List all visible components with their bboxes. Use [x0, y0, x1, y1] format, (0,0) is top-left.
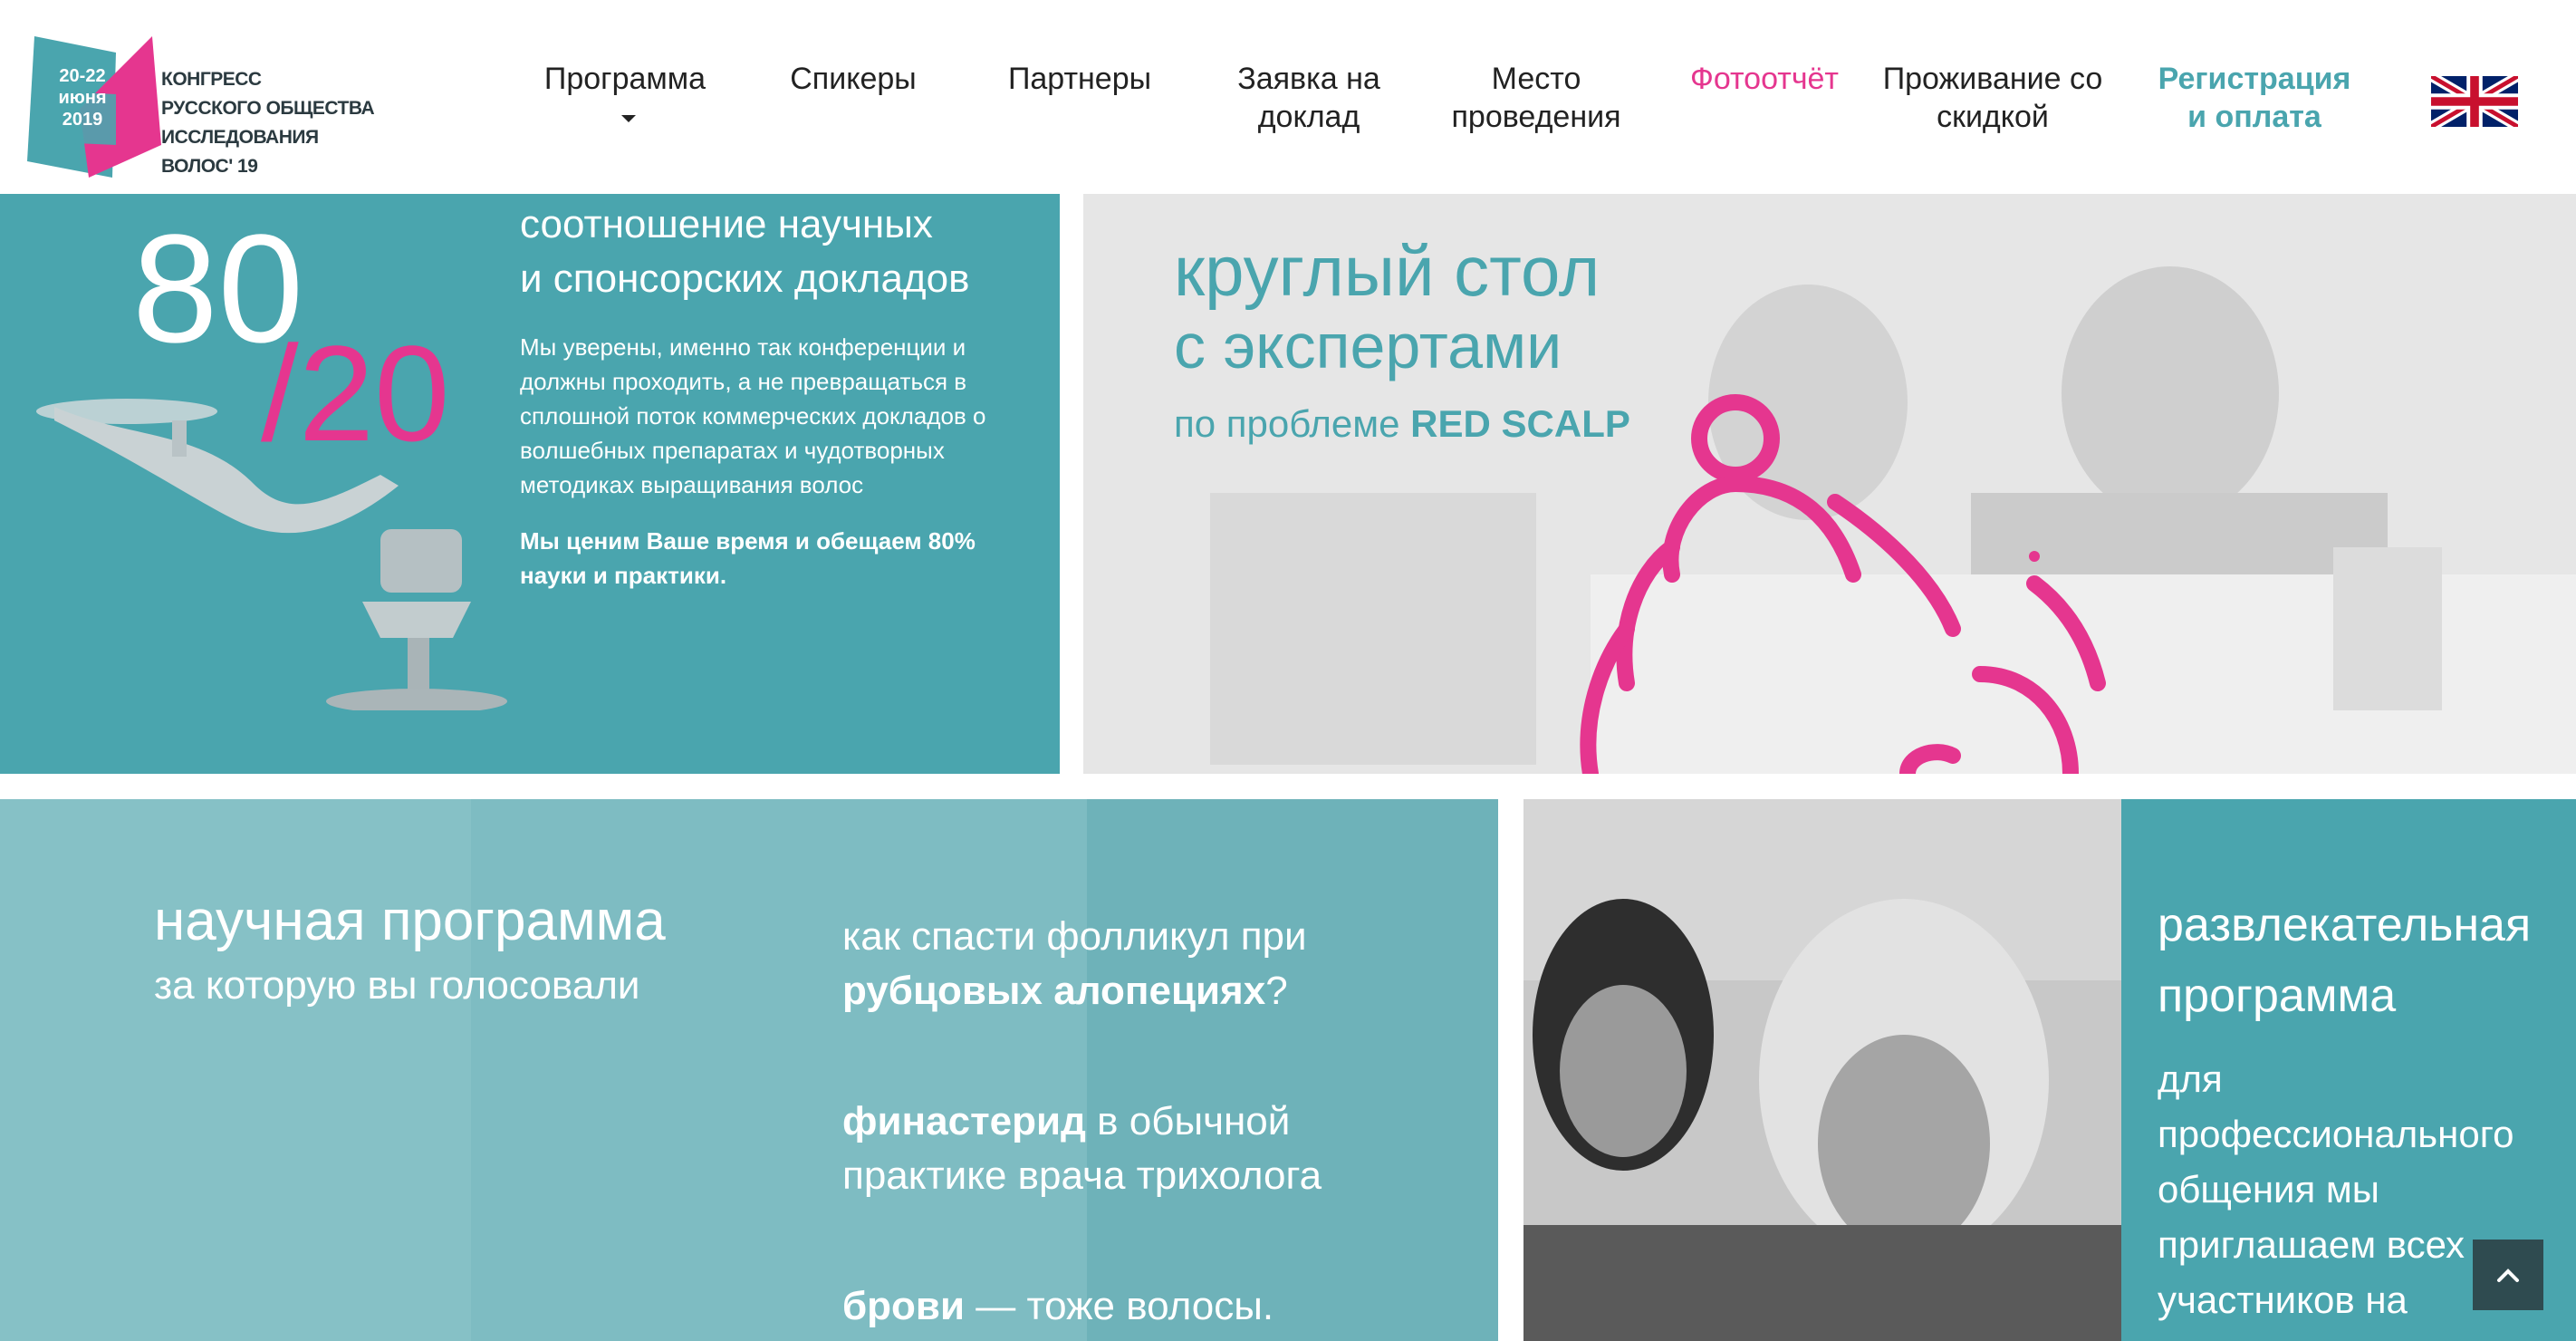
chevron-up-icon [2497, 1269, 2519, 1282]
people-circle-icon [1580, 394, 2106, 774]
round-table-topic: по проблеме RED SCALP [1174, 402, 1630, 445]
nav-registration[interactable]: Регистрация и оплата [2141, 60, 2368, 136]
science-program-panel: научная программа за которую вы голосова… [0, 799, 1498, 1341]
round-table-title: круглый стол [1174, 231, 1600, 311]
science-program-subtitle: за которую вы голосовали [154, 963, 640, 1008]
chevron-down-icon [621, 115, 636, 123]
entertainment-description: для профессионального общения мы приглаш… [2158, 1057, 2514, 1321]
scroll-to-top-button[interactable] [2473, 1240, 2543, 1310]
congress-logo[interactable]: 20-22 июня 2019 КОНГРЕСС РУССКОГО ОБЩЕСТ… [25, 36, 388, 181]
science-program-background [0, 799, 1498, 1341]
ratio-title: соотношение научных и спонсорских доклад… [520, 202, 970, 301]
uk-flag-icon[interactable] [2431, 76, 2518, 127]
topic-finasteride: финастерид в обычной практике врача трих… [842, 1099, 1322, 1198]
ratio-small-number: /20 [261, 317, 450, 469]
topic-scarring-alopecia: как спасти фолликул при рубцовых алопеци… [842, 914, 1307, 1013]
round-table-panel: круглый стол с экспертами по проблеме RE… [1083, 194, 2576, 774]
entertainment-title: развлекательная программа [2158, 899, 2532, 1022]
logo-date: 20-22 июня 2019 [58, 66, 107, 130]
round-table-subtitle: с экспертами [1174, 311, 1562, 381]
topic-eyebrows: брови — тоже волосы. [842, 1284, 1274, 1328]
event-photo [1523, 799, 2121, 1341]
nav-venue[interactable]: Место проведения [1437, 60, 1636, 136]
site-header: 20-22 июня 2019 КОНГРЕСС РУССКОГО ОБЩЕСТ… [0, 0, 2576, 194]
attendees-selfie-photo [1523, 799, 2121, 1341]
ratio-promise: Мы ценим Ваше время и обещаем 80% науки … [520, 527, 976, 589]
nav-talk-application[interactable]: Заявка на доклад [1218, 60, 1399, 136]
nav-partners[interactable]: Партнеры [998, 60, 1161, 98]
nav-accommodation[interactable]: Проживание со скидкой [1875, 60, 2110, 136]
nav-speakers[interactable]: Спикеры [772, 60, 935, 98]
nav-photo-report[interactable]: Фотоотчёт [1674, 60, 1855, 98]
science-program-title: научная программа [154, 890, 666, 952]
logo-title: КОНГРЕСС РУССКОГО ОБЩЕСТВА ИССЛЕДОВАНИЯ … [161, 69, 375, 177]
ratio-panel: 80 /20 соотношение научных и спонсорских… [0, 194, 1060, 774]
ratio-description: Мы уверены, именно так конференции и дол… [520, 333, 986, 498]
nav-program[interactable]: Программа [534, 60, 716, 136]
